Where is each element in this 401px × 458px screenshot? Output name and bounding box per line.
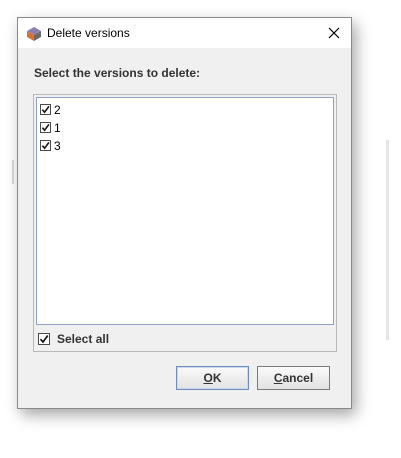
- select-all-box[interactable]: [38, 333, 50, 345]
- version-item[interactable]: 3: [40, 137, 61, 154]
- version-checkbox[interactable]: [40, 104, 51, 115]
- select-all-checkbox[interactable]: Select all: [38, 331, 109, 347]
- cancel-button[interactable]: Cancel: [257, 366, 330, 390]
- background-window-edge: [12, 160, 14, 184]
- version-label: 1: [54, 120, 61, 135]
- version-checkbox[interactable]: [40, 122, 51, 133]
- checkmark-icon: [41, 123, 50, 132]
- cancel-mnemonic: C: [273, 371, 283, 385]
- version-item[interactable]: 2: [40, 101, 61, 118]
- version-label: 3: [54, 138, 61, 153]
- versions-list[interactable]: 2 1 3: [36, 97, 334, 325]
- checkmark-icon: [41, 105, 50, 114]
- version-item[interactable]: 1: [40, 119, 61, 136]
- ok-mnemonic: O: [203, 371, 213, 385]
- versions-panel: 2 1 3 Select all: [33, 94, 337, 352]
- window-title: Delete versions: [47, 26, 130, 40]
- checkmark-icon: [41, 141, 50, 150]
- app-logo-icon: [26, 26, 42, 42]
- instruction-label: Select the versions to delete:: [34, 66, 201, 80]
- select-all-label: Select all: [57, 332, 110, 346]
- delete-versions-dialog: Delete versions Select the versions to d…: [17, 17, 352, 409]
- checkmark-icon: [39, 334, 49, 344]
- cancel-label-rest: ancel: [282, 371, 314, 385]
- ok-button[interactable]: OK: [176, 366, 249, 390]
- background-window-edge: [386, 140, 389, 340]
- ok-label-rest: K: [212, 371, 222, 385]
- close-icon: [328, 27, 340, 39]
- version-checkbox[interactable]: [40, 140, 51, 151]
- close-button[interactable]: [317, 18, 351, 48]
- version-label: 2: [54, 102, 61, 117]
- title-bar[interactable]: Delete versions: [18, 18, 351, 48]
